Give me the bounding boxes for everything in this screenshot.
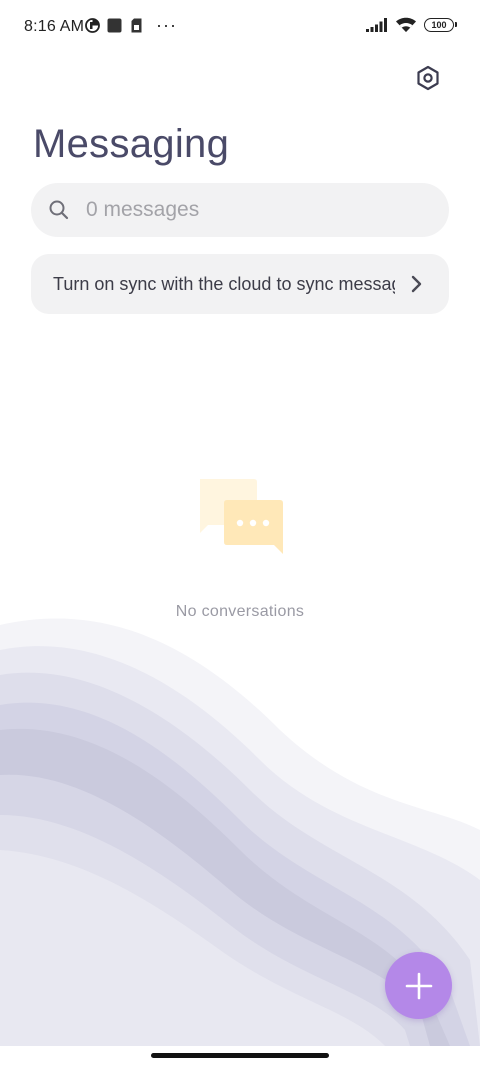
page-title: Messaging (33, 122, 230, 166)
data-saver-icon (85, 18, 100, 33)
plus-icon (405, 972, 432, 999)
status-time: 8:16 AM (24, 18, 85, 35)
battery-icon: 100 (424, 18, 457, 32)
square-notification-icon (107, 18, 122, 33)
empty-state-message: No conversations (175, 603, 305, 620)
battery-level: 100 (431, 20, 447, 30)
wifi-icon (396, 17, 416, 32)
chat-bubbles-icon (200, 479, 283, 554)
status-overflow-icon: ··· (156, 15, 177, 35)
signal-icon (366, 18, 387, 32)
status-bar: 8:16 AM ··· 100 (0, 0, 480, 56)
sim-card-icon (131, 18, 142, 33)
search-placeholder: 0 messages (86, 198, 200, 221)
new-message-button[interactable] (385, 952, 452, 1019)
sync-banner-text: Turn on sync with the cloud to sync mess… (53, 274, 395, 294)
settings-button[interactable] (412, 62, 444, 94)
chevron-right-icon (411, 275, 422, 293)
settings-hex-icon (417, 65, 439, 91)
home-indicator[interactable] (151, 1053, 329, 1058)
search-icon (49, 200, 69, 220)
